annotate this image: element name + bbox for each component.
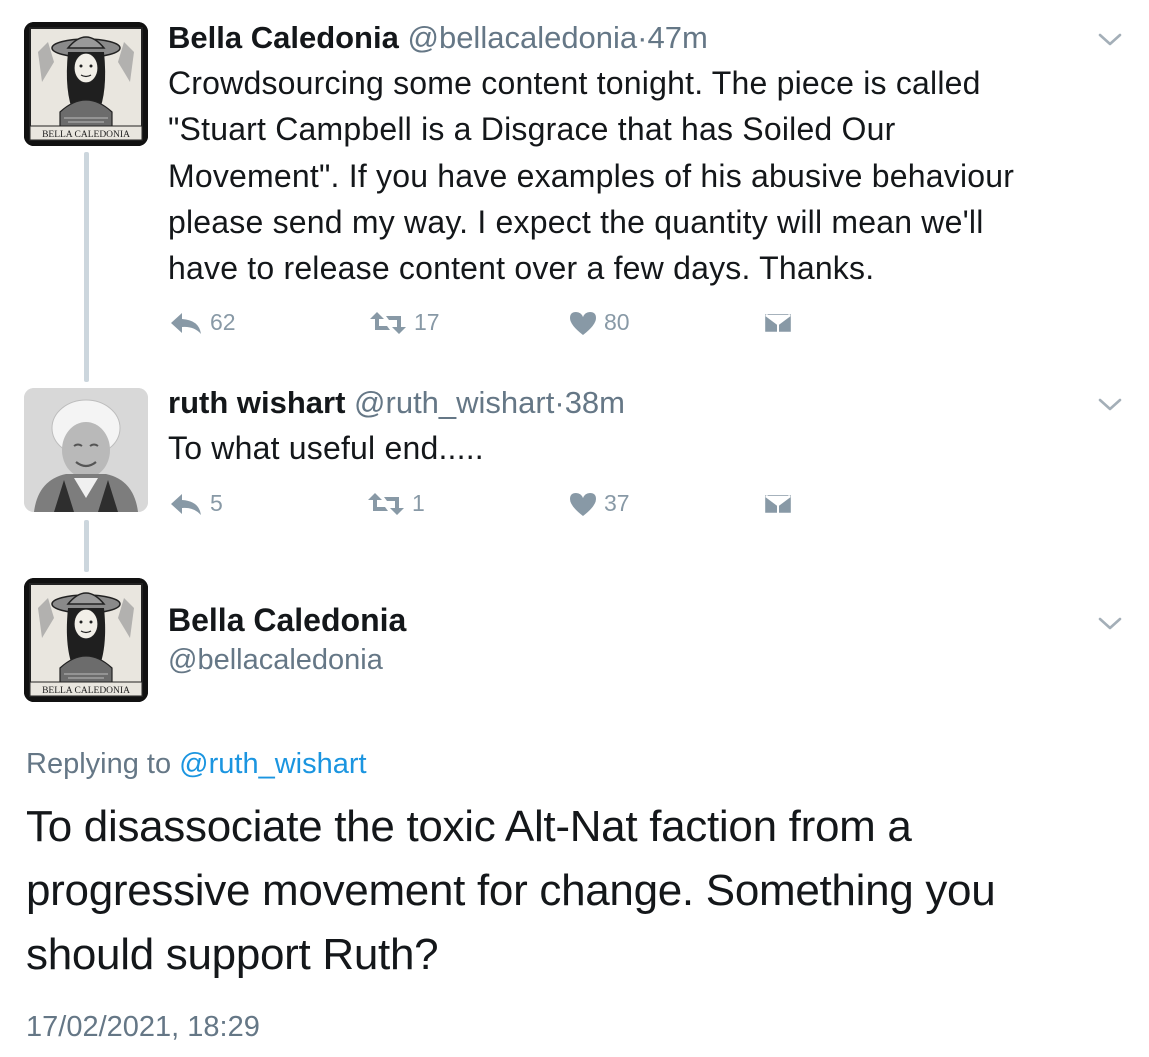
avatar-caption: BELLA CALEDONIA	[42, 130, 130, 140]
tweet-text: To what useful end.....	[168, 430, 484, 466]
avatar[interactable]: BELLA CALEDONIA	[24, 578, 148, 702]
separator: ·	[637, 20, 648, 55]
tweet-text: Crowdsourcing some content tonight. The …	[168, 65, 1015, 287]
like-button[interactable]: 37	[568, 490, 630, 517]
display-name[interactable]: Bella Caledonia	[168, 20, 399, 55]
heart-icon	[570, 492, 596, 516]
reply-button[interactable]: 62	[168, 309, 236, 336]
reply-button[interactable]: 5	[168, 490, 223, 517]
reply-count: 62	[210, 309, 236, 335]
reply-count: 5	[210, 490, 223, 516]
retweet-button[interactable]: 17	[368, 309, 440, 336]
time[interactable]: 47m	[648, 20, 708, 55]
avatar[interactable]: BELLA CALEDONIA	[24, 22, 148, 146]
tweet-header: ruth wishart @ruth_wishart·38m	[168, 383, 625, 423]
chevron-down-icon[interactable]	[1096, 31, 1124, 49]
like-count: 80	[604, 309, 630, 335]
tweet-actions: 5 1 37	[168, 490, 808, 530]
timestamp: 17/02/2021, 18:29	[26, 1011, 260, 1043]
display-name[interactable]: ruth wishart	[168, 385, 345, 420]
retweet-button[interactable]: 1	[366, 490, 425, 517]
separator: ·	[554, 385, 565, 420]
replying-to-link[interactable]: @ruth_wishart	[179, 748, 366, 780]
like-button[interactable]: 80	[568, 309, 630, 336]
tweet-actions: 62 17 80	[168, 309, 808, 349]
handle[interactable]: @bellacaledonia	[407, 20, 637, 55]
retweet-count: 1	[412, 490, 425, 516]
chevron-down-icon[interactable]	[1096, 615, 1124, 633]
avatar[interactable]	[24, 388, 148, 512]
reply-icon	[171, 312, 201, 334]
handle[interactable]: @bellacaledonia	[168, 641, 383, 679]
direct-message-icon	[762, 311, 794, 335]
chevron-down-icon[interactable]	[1096, 396, 1124, 414]
direct-message-icon	[762, 492, 794, 516]
avatar-caption: BELLA CALEDONIA	[42, 686, 130, 696]
time[interactable]: 38m	[565, 385, 625, 420]
display-name[interactable]: Bella Caledonia	[168, 600, 406, 640]
handle[interactable]: @ruth_wishart	[354, 385, 554, 420]
direct-message-button[interactable]	[762, 309, 794, 335]
retweet-count: 17	[414, 309, 440, 335]
heart-icon	[570, 311, 596, 335]
thread-line	[84, 152, 89, 382]
tweet-header: Bella Caledonia @bellacaledonia·47m	[168, 18, 708, 58]
retweet-icon	[370, 311, 406, 334]
reply-icon	[171, 493, 201, 515]
direct-message-button[interactable]	[762, 490, 794, 516]
replying-to: Replying to @ruth_wishart	[26, 745, 367, 783]
retweet-icon	[368, 492, 404, 515]
focused-tweet-text: To disassociate the toxic Alt-Nat factio…	[26, 802, 996, 979]
thread-line	[84, 520, 89, 572]
replying-prefix: Replying to	[26, 748, 172, 780]
like-count: 37	[604, 490, 630, 516]
